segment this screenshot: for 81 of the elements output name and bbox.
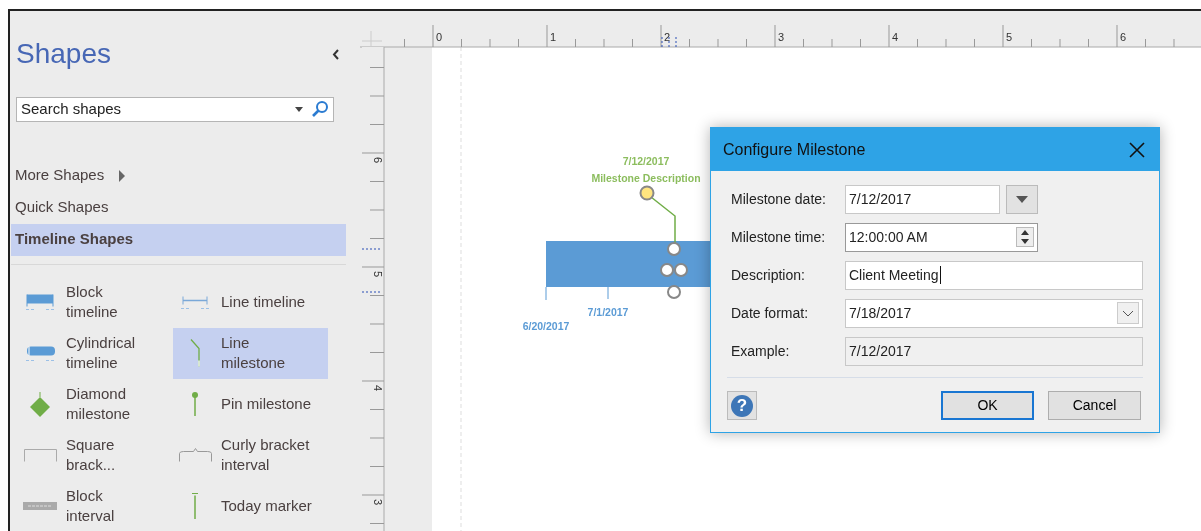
expand-arrow-icon: [118, 169, 127, 182]
shape-item[interactable]: Cylindrical timeline: [18, 327, 173, 379]
shape-label: Line timeline: [221, 292, 307, 312]
shape-item[interactable]: Pin milestone: [173, 378, 328, 430]
diamond-icon: [30, 391, 50, 417]
milestone-description: Milestone Description: [591, 172, 701, 184]
shape-label: Cylindrical timeline: [66, 333, 137, 373]
shape-item[interactable]: Line milestone: [173, 327, 328, 379]
square-bracket-icon: [23, 448, 57, 462]
shape-item[interactable]: Curly bracket interval: [173, 429, 328, 481]
ruler-number: 6: [372, 157, 384, 164]
field-label: Description:: [731, 265, 806, 285]
dropdown-button[interactable]: [1006, 184, 1038, 214]
close-icon: [1129, 142, 1145, 159]
date-field[interactable]: 7/12/2017: [845, 184, 1000, 214]
timeline-date: 7/1/2017: [587, 306, 629, 318]
shape-item[interactable]: Today marker: [173, 480, 328, 531]
spinner-icon[interactable]: [1016, 227, 1034, 247]
field-label: Milestone time:: [731, 227, 827, 247]
shape-item[interactable]: Diamond milestone: [18, 378, 173, 430]
milestone-date: 7/12/2017: [622, 155, 670, 167]
ruler-number: 4: [372, 385, 384, 392]
search-field[interactable]: Search shapes: [16, 97, 334, 122]
ruler-number: 1: [550, 31, 557, 43]
shape-label: Block timeline: [66, 282, 119, 322]
shape-item[interactable]: Square brack...: [18, 429, 173, 481]
shape-label: Block interval: [66, 486, 116, 526]
shape-label: Today marker: [221, 496, 313, 516]
collapse-icon[interactable]: [332, 48, 340, 60]
selection-handle[interactable]: [667, 285, 681, 299]
field-label: Milestone date:: [731, 189, 827, 209]
shape-item[interactable]: Line timeline: [173, 276, 328, 328]
marker-line-icon: [192, 492, 198, 520]
dialog-title: Configure Milestone: [723, 139, 866, 160]
caret-icon: [1016, 195, 1028, 203]
block-timeline-icon: [26, 293, 54, 311]
ruler-number: 3: [778, 31, 785, 43]
curly-bracket-icon: [178, 448, 212, 462]
dropdown-arrow-icon[interactable]: [295, 106, 303, 112]
field-label: Example:: [731, 341, 791, 361]
search-icon[interactable]: [311, 100, 329, 119]
shape-label: Curly bracket interval: [221, 435, 311, 475]
ruler-number: 5: [1006, 31, 1013, 43]
field-label: Date format:: [731, 303, 810, 323]
ruler-number: 5: [372, 271, 384, 278]
selection-handle[interactable]: [660, 263, 674, 277]
rounded-bar-icon: [25, 345, 55, 361]
category-item[interactable]: Quick Shapes: [11, 191, 346, 224]
description-field[interactable]: Client Meeting: [845, 260, 1143, 290]
ruler-number: 4: [892, 31, 899, 43]
dialog-button[interactable]: Cancel: [1048, 391, 1141, 420]
category-item[interactable]: More Shapes: [11, 159, 346, 192]
search-input: Search shapes: [21, 98, 295, 121]
bent-line-icon: [190, 339, 200, 367]
ruler-number: 3: [372, 499, 384, 506]
milestone-line: [650, 196, 676, 244]
selection-handle[interactable]: [667, 242, 681, 256]
shape-item[interactable]: Block timeline: [18, 276, 173, 328]
format-dropdown[interactable]: 7/18/2017: [845, 298, 1143, 328]
ruler-number: 2: [664, 31, 671, 43]
shape-label: Diamond milestone: [66, 384, 132, 424]
pin-icon: [192, 391, 198, 417]
selection-handle[interactable]: [674, 263, 688, 277]
help-button[interactable]: ?: [727, 391, 757, 420]
bar-icon: [23, 502, 57, 510]
shape-label: Line milestone: [221, 333, 287, 373]
time-field[interactable]: 12:00:00 AM: [845, 222, 1038, 252]
example-field: 7/12/2017: [845, 336, 1143, 366]
ruler-number: 6: [1120, 31, 1127, 43]
shape-item[interactable]: Block interval: [18, 480, 173, 531]
dialog-button[interactable]: OK: [941, 391, 1034, 420]
line-timeline-icon: [181, 295, 209, 309]
ruler-guide-marks: [361, 248, 381, 293]
timeline-date: 6/20/2017: [522, 320, 570, 332]
control-handle[interactable]: [639, 185, 655, 201]
shape-label: Square brack...: [66, 435, 117, 475]
panel-title: Shapes: [16, 37, 111, 71]
ruler-number: 0: [436, 31, 443, 43]
shape-label: Pin milestone: [221, 394, 313, 414]
chevron-down-icon: [1117, 302, 1139, 324]
category-item[interactable]: Timeline Shapes: [11, 223, 346, 256]
